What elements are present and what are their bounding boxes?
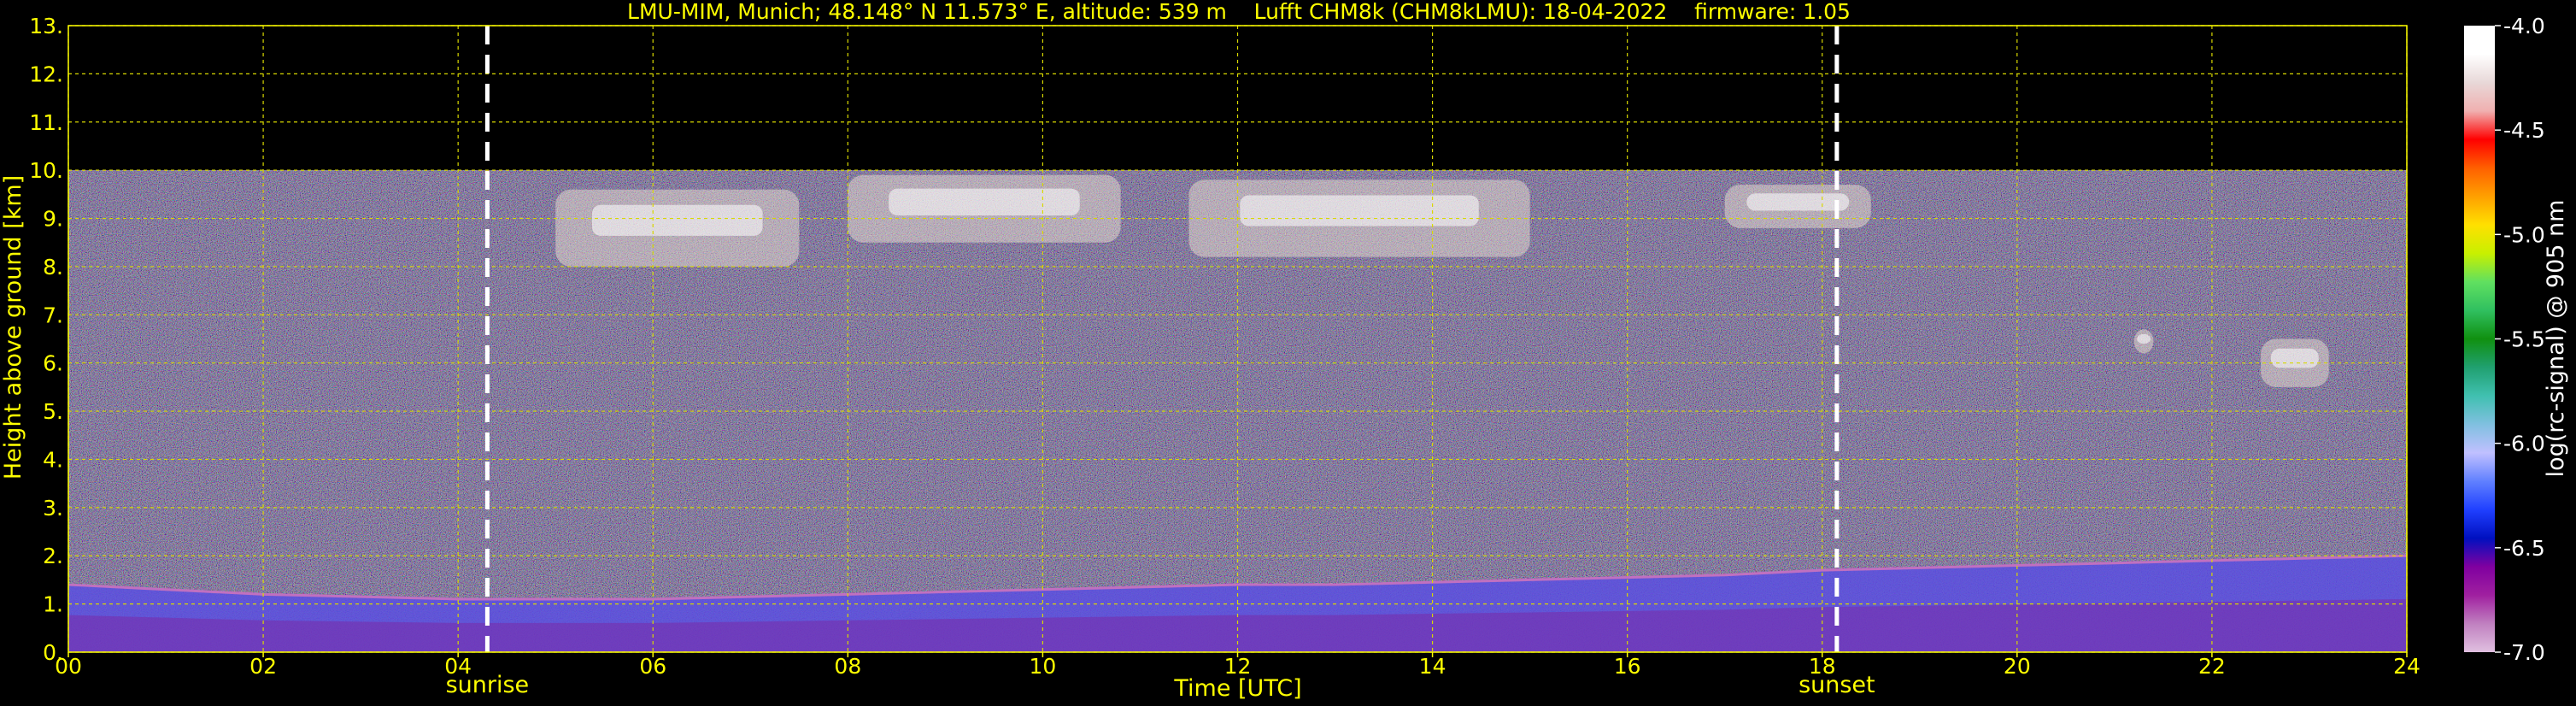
colorbar-tick-label: -6.0 xyxy=(2503,432,2545,456)
colorbar-tick-label: -7.0 xyxy=(2503,640,2545,665)
y-tick-label: 13. xyxy=(29,14,63,38)
cirrus-cloud-core xyxy=(1240,195,1479,227)
y-axis-label: Height above ground [km] xyxy=(0,175,26,479)
ceilometer-chart: LMU-MIM, Munich; 48.148° N 11.573° E, al… xyxy=(0,0,2569,702)
colorbar-tick-label: -5.0 xyxy=(2503,222,2545,247)
chart-title: LMU-MIM, Munich; 48.148° N 11.573° E, al… xyxy=(627,0,1851,24)
x-tick-label: 02 xyxy=(249,654,277,679)
cirrus-cloud-core xyxy=(2270,348,2319,368)
colorbar-tick-label: -4.5 xyxy=(2503,118,2545,143)
x-tick-label: 22 xyxy=(2198,654,2226,679)
x-tick-label: 10 xyxy=(1030,654,1057,679)
colorbar: -4.0 -4.5 -5.0 -5.5 -6.0 -6.5 -7.0 log(rc-sign… xyxy=(2464,14,2569,665)
y-tick-label: 4. xyxy=(43,447,63,472)
cirrus-cloud-core xyxy=(1746,193,1850,211)
y-tick-label: 0. xyxy=(43,640,63,665)
y-tick-label: 7. xyxy=(43,303,63,327)
plot-area xyxy=(67,25,2408,653)
x-tick-label: 20 xyxy=(2004,654,2031,679)
colorbar-tick-label: -5.5 xyxy=(2503,327,2545,352)
x-axis-label: Time [UTC] xyxy=(1173,675,1301,702)
y-tick-label: 5. xyxy=(43,399,63,424)
colorbar-tick-label: -6.5 xyxy=(2503,536,2545,561)
colorbar-ticks: -4.0 -4.5 -5.0 -5.5 -6.0 -6.5 -7.0 xyxy=(2495,14,2545,665)
colorbar-label: log(rc-signal) @ 905 nm xyxy=(2543,200,2569,478)
y-tick-label: 6. xyxy=(43,351,63,376)
cirrus-cloud-core xyxy=(889,188,1080,216)
y-tick-label: 3. xyxy=(43,496,63,521)
x-tick-label: 24 xyxy=(2393,654,2421,679)
cirrus-cloud-core xyxy=(591,204,763,236)
y-tick-label: 8. xyxy=(43,255,63,279)
x-tick-label: 16 xyxy=(1614,654,1641,679)
colorbar-bar xyxy=(2464,26,2495,652)
y-tick-label: 10. xyxy=(29,158,63,183)
y-tick-label: 1. xyxy=(43,592,63,617)
y-tick-label: 12. xyxy=(29,62,63,86)
colorbar-tick-label: -4.0 xyxy=(2503,14,2545,38)
sunrise-label: sunrise xyxy=(446,672,530,698)
sunset-label: sunset xyxy=(1799,672,1875,698)
x-tick-label: 08 xyxy=(834,654,861,679)
x-tick-label: 06 xyxy=(639,654,666,679)
y-tick-label: 2. xyxy=(43,544,63,568)
y-axis-ticks: 0. 1. 2. 3. 4. 5. 6. 7. 8. 9. 10. 11. 12. 13. xyxy=(29,14,63,665)
x-tick-label: 14 xyxy=(1419,654,1446,679)
y-tick-label: 9. xyxy=(43,207,63,232)
y-tick-label: 11. xyxy=(29,110,63,135)
cirrus-cloud-core xyxy=(2137,333,2151,344)
